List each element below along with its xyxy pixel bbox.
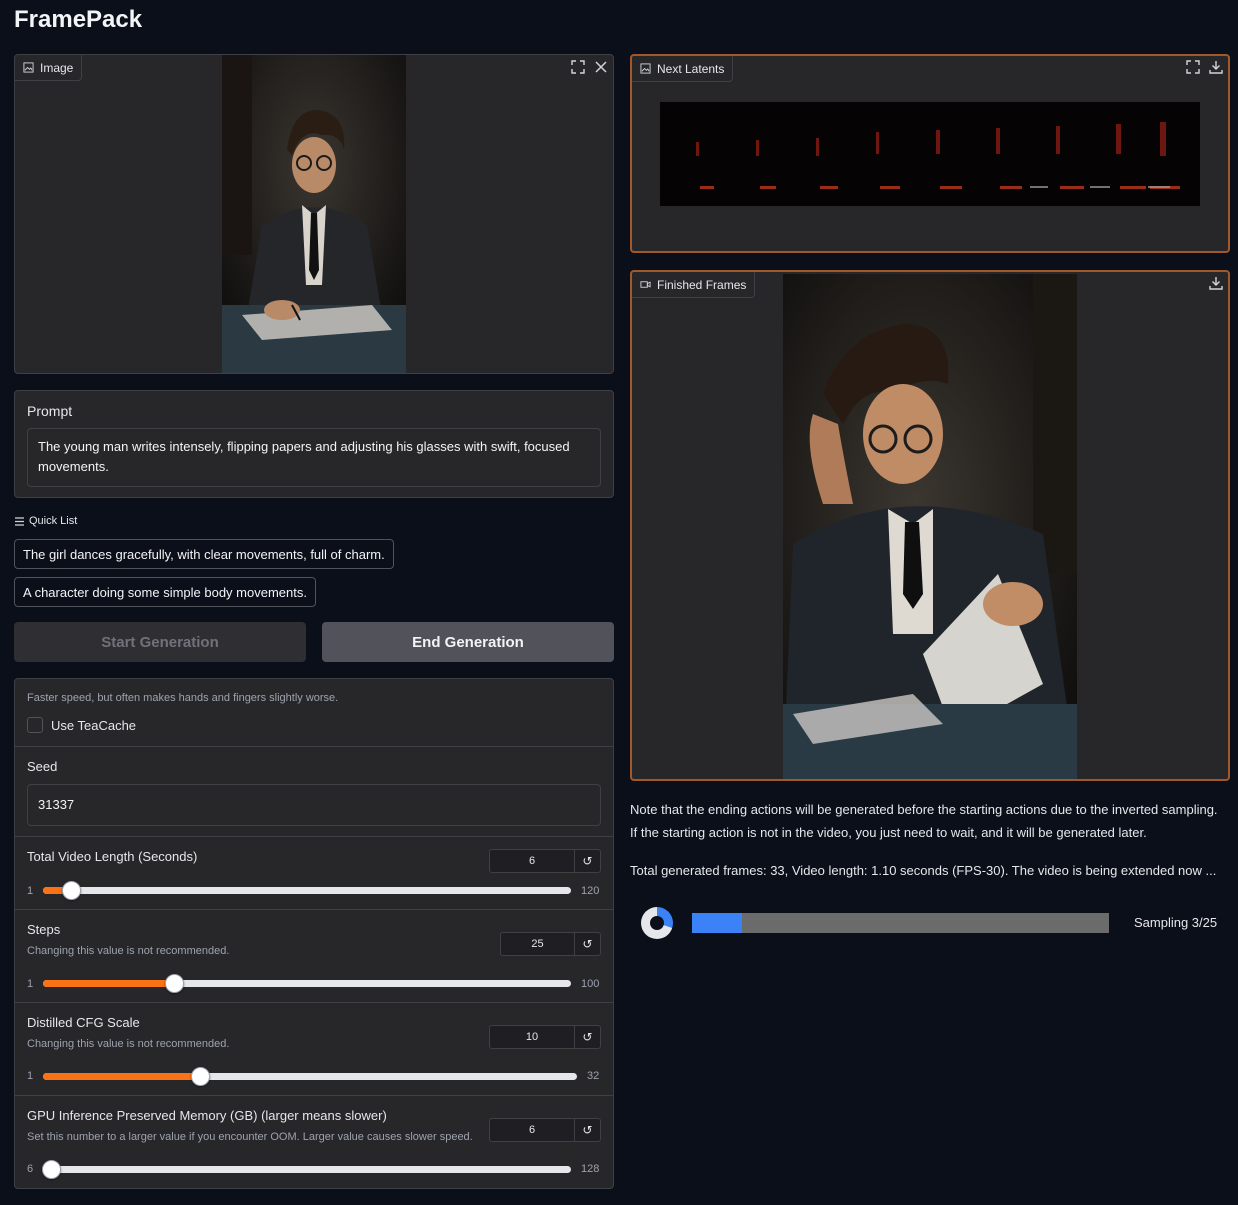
seed-input[interactable]: 31337 [27, 784, 601, 826]
teacache-label: Use TeaCache [51, 718, 137, 733]
gpu-mem-slider[interactable] [42, 1160, 571, 1179]
teacache-checkbox[interactable] [27, 717, 43, 733]
video-length-max: 120 [581, 885, 600, 897]
seed-label: Seed [27, 759, 58, 774]
download-icon [1209, 61, 1223, 74]
steps-label: Steps [27, 922, 61, 937]
download-button[interactable] [1205, 56, 1227, 78]
video-length-slider[interactable] [43, 881, 571, 900]
latents-panel-label-text: Next Latents [657, 61, 725, 76]
divider [14, 909, 614, 910]
reset-icon[interactable]: ↺ [574, 850, 600, 872]
steps-min: 1 [27, 978, 34, 990]
reset-icon[interactable]: ↺ [574, 1119, 600, 1141]
video-length-value: 6 [528, 855, 536, 867]
list-icon [15, 516, 24, 526]
gpu-mem-value: 6 [528, 1124, 536, 1136]
divider [14, 1095, 614, 1096]
clear-image-button[interactable] [590, 56, 612, 78]
loading-spinner-icon [641, 907, 673, 939]
quick-list-item[interactable]: A character doing some simple body movem… [14, 577, 316, 607]
note-line-1: Note that the ending actions will be gen… [630, 802, 1218, 817]
download-icon [1209, 277, 1223, 290]
start-generation-button[interactable]: Start Generation [14, 622, 306, 662]
steps-info: Changing this value is not recommended. [27, 945, 230, 957]
gpu-mem-label: GPU Inference Preserved Memory (GB) (lar… [27, 1108, 387, 1123]
gpu-mem-number[interactable]: 6 ↺ [489, 1118, 601, 1142]
divider [14, 746, 614, 747]
image-icon [640, 63, 651, 74]
gpu-mem-min: 6 [27, 1163, 34, 1175]
divider [14, 1002, 614, 1003]
gpu-mem-max: 128 [581, 1163, 600, 1175]
image-panel-label: Image [15, 55, 83, 81]
status-text: Total generated frames: 33, Video length… [630, 863, 1217, 878]
teacache-info: Faster speed, but often makes hands and … [27, 692, 339, 704]
input-image [222, 55, 406, 373]
steps-number[interactable]: 25 ↺ [500, 932, 601, 956]
video-length-min: 1 [27, 885, 34, 897]
cfg-number[interactable]: 10 ↺ [489, 1025, 601, 1049]
steps-value: 25 [531, 938, 544, 950]
cfg-value: 10 [525, 1031, 539, 1043]
reset-icon[interactable]: ↺ [574, 1026, 600, 1048]
quick-list-item[interactable]: The girl dances gracefully, with clear m… [14, 539, 394, 569]
end-generation-button[interactable]: End Generation [322, 622, 614, 662]
cfg-slider[interactable] [43, 1067, 577, 1086]
cfg-min: 1 [27, 1070, 34, 1082]
frames-panel: Finished Frames [630, 270, 1230, 781]
prompt-input[interactable]: The young man writes intensely, flipping… [27, 428, 601, 487]
progress-bar [692, 913, 1109, 933]
prompt-label: Prompt [27, 403, 73, 419]
slider-thumb[interactable] [191, 1067, 210, 1086]
reset-icon[interactable]: ↺ [574, 933, 600, 955]
fullscreen-icon [571, 60, 585, 74]
progress-fill [692, 913, 743, 933]
video-icon [640, 281, 651, 288]
cfg-max: 32 [587, 1070, 600, 1082]
frames-panel-label-text: Finished Frames [657, 277, 747, 292]
cfg-info: Changing this value is not recommended. [27, 1038, 230, 1050]
prompt-panel: Prompt The young man writes intensely, f… [14, 390, 614, 498]
image-panel-label-text: Image [40, 60, 74, 75]
gpu-mem-info: Set this number to a larger value if you… [27, 1131, 473, 1143]
fullscreen-button[interactable] [567, 56, 589, 78]
latents-panel-label: Next Latents [632, 56, 734, 82]
fullscreen-button[interactable] [1182, 56, 1204, 78]
video-length-number[interactable]: 6 ↺ [489, 849, 601, 873]
latents-image [660, 102, 1200, 206]
cfg-label: Distilled CFG Scale [27, 1015, 140, 1030]
video-length-label: Total Video Length (Seconds) [27, 849, 198, 864]
slider-thumb[interactable] [42, 1160, 61, 1179]
quick-list-label-text: Quick List [29, 515, 78, 527]
divider [14, 836, 614, 837]
fullscreen-icon [1186, 60, 1200, 74]
steps-slider[interactable] [43, 974, 571, 993]
slider-thumb[interactable] [62, 881, 81, 900]
output-video[interactable] [783, 274, 1077, 779]
note-line-2: If the starting action is not in the vid… [630, 825, 1147, 840]
image-panel[interactable]: Image [14, 54, 614, 374]
quick-list-label: Quick List [14, 515, 77, 527]
close-icon [595, 61, 607, 73]
slider-thumb[interactable] [165, 974, 184, 993]
download-button[interactable] [1205, 272, 1227, 294]
app-title: FramePack [14, 6, 143, 33]
progress-label: Sampling 3/25 [1134, 915, 1218, 930]
image-icon [23, 62, 34, 73]
frames-panel-label: Finished Frames [632, 272, 756, 298]
latents-panel: Next Latents [630, 54, 1230, 253]
steps-max: 100 [581, 978, 600, 990]
